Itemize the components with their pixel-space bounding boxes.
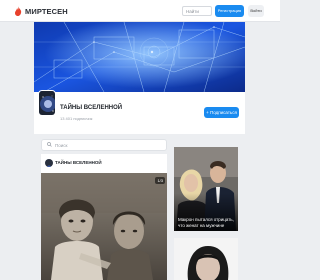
register-button[interactable]: Регистрация — [215, 5, 244, 17]
post-author-name[interactable]: ТАЙНЫ ВСЕЛЕННОЙ — [55, 160, 102, 165]
top-navigation-bar: МИРТЕСЕН Найти Регистрация Войти — [0, 0, 280, 22]
subscribe-label: Подписаться — [209, 110, 237, 115]
search-icon — [47, 142, 52, 148]
channel-header-card: ТАЙНЫ ВСЕЛЕННОЙ 13 401 подписчик + Подпи… — [34, 90, 245, 134]
subscribe-button[interactable]: + Подписаться — [204, 107, 239, 118]
logo-text: МИРТЕСЕН — [25, 6, 68, 16]
post-author-avatar[interactable] — [45, 159, 53, 167]
feed-post: ТАЙНЫ ВСЕЛЕННОЙ 8 ч 1/3 — [41, 154, 167, 280]
site-logo[interactable]: МИРТЕСЕН — [14, 6, 68, 16]
channel-title[interactable]: ТАЙНЫ ВСЕЛЕННОЙ — [60, 105, 122, 111]
subscriber-count: 13 401 подписчик — [60, 116, 93, 121]
photo-counter-badge: 1/3 — [155, 177, 165, 184]
recommended-article-card[interactable]: Макрон пытался отрицать, что женат на му… — [174, 147, 238, 231]
flame-logo-icon — [14, 6, 22, 16]
channel-avatar[interactable] — [38, 90, 56, 116]
search-placeholder: Поиск — [55, 142, 68, 148]
post-timestamp: 8 ч — [88, 160, 94, 165]
channel-search-input[interactable]: Поиск — [41, 139, 167, 151]
channel-cover-image — [34, 22, 245, 92]
post-photo[interactable]: 1/3 — [41, 173, 167, 280]
article-caption[interactable]: Макрон пытался отрицать, что женат на му… — [178, 217, 236, 229]
recommended-article-card-2[interactable] — [174, 238, 238, 280]
login-button[interactable]: Войти — [248, 5, 264, 17]
header-search-input[interactable]: Найти — [182, 6, 212, 16]
